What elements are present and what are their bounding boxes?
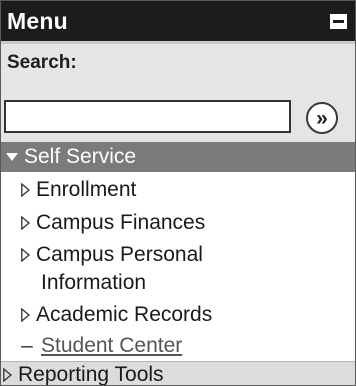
collapse-menu-button[interactable] xyxy=(330,13,347,29)
double-chevron-right-icon: » xyxy=(316,106,328,130)
search-label: Search: xyxy=(7,52,77,73)
menu-item-enrollment[interactable]: Enrollment xyxy=(21,178,136,202)
search-go-button[interactable]: » xyxy=(306,102,338,134)
menu-header: Menu xyxy=(1,1,355,41)
student-center-link[interactable]: Student Center xyxy=(41,334,182,358)
menu-item-label-continued[interactable]: Information xyxy=(41,271,146,295)
self-service-folder[interactable]: Self Service xyxy=(1,142,355,172)
search-input[interactable] xyxy=(4,100,291,133)
menu-title: Menu xyxy=(7,7,68,34)
menu-panel: Menu Search: » Self Service Enrollment C… xyxy=(0,0,356,386)
self-service-label: Self Service xyxy=(24,145,137,168)
dash-icon: – xyxy=(21,334,33,357)
menu-item-campus-finances[interactable]: Campus Finances xyxy=(21,211,205,235)
reporting-tools-label: Reporting Tools xyxy=(18,363,164,386)
minimize-icon xyxy=(333,19,344,23)
collapsed-arrow-icon xyxy=(21,308,30,322)
menu-item-student-center[interactable]: – Student Center xyxy=(21,334,182,358)
search-area: Search: » xyxy=(1,41,355,142)
collapsed-arrow-icon xyxy=(3,368,12,382)
expanded-arrow-icon xyxy=(6,153,18,161)
collapsed-arrow-icon xyxy=(21,248,30,262)
menu-item-label: Academic Records xyxy=(36,303,213,326)
menu-item-academic-records[interactable]: Academic Records xyxy=(21,303,212,327)
reporting-tools-folder[interactable]: Reporting Tools xyxy=(1,361,355,386)
menu-item-label: Campus Personal xyxy=(36,243,203,266)
collapsed-arrow-icon xyxy=(21,183,30,197)
menu-item-campus-personal-information[interactable]: Campus Personal xyxy=(21,243,203,267)
menu-item-label: Enrollment xyxy=(36,178,137,201)
collapsed-arrow-icon xyxy=(21,216,30,230)
menu-item-label: Campus Finances xyxy=(36,211,206,234)
